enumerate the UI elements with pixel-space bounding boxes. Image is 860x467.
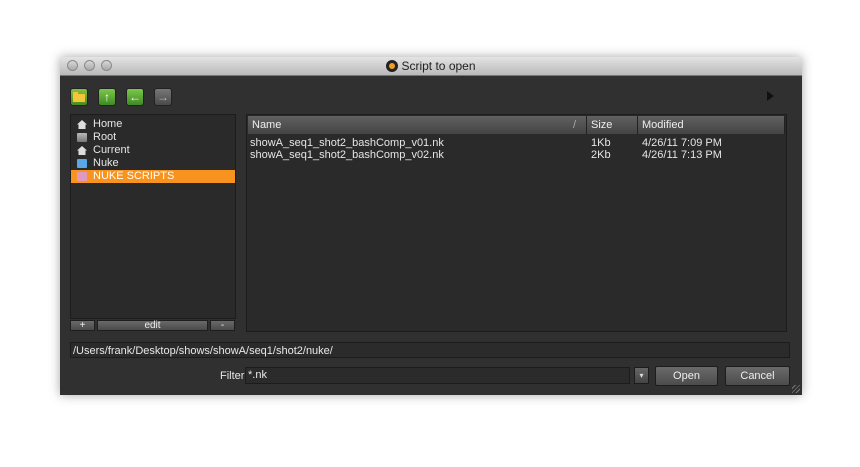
edit-favorites-button[interactable]: edit <box>97 320 208 331</box>
favorite-item-nuke-scripts[interactable]: NUKE SCRIPTS <box>71 170 235 183</box>
sort-indicator: / <box>572 119 576 131</box>
favorite-label: Current <box>93 144 130 156</box>
favorite-item-current[interactable]: Current <box>71 144 235 157</box>
favorite-label: Home <box>93 118 123 130</box>
path-input[interactable]: /Users/frank/Desktop/shows/showA/seq1/sh… <box>70 342 790 358</box>
favorites-panel: Home Root Current Nuke NUKE SCRIPTS <box>70 114 236 319</box>
play-icon[interactable] <box>767 91 774 101</box>
new-folder-icon[interactable] <box>70 88 88 106</box>
favorite-item-home[interactable]: Home <box>71 118 235 131</box>
home-icon <box>77 120 87 129</box>
nuke-logo-icon <box>386 60 399 72</box>
column-header-size[interactable]: Size <box>587 116 638 134</box>
add-favorite-button[interactable]: + <box>70 320 95 331</box>
open-button[interactable]: Open <box>655 366 718 386</box>
file-row[interactable]: showA_seq1_shot2_bashComp_v02.nk 2Kb 4/2… <box>250 149 782 161</box>
column-header-name-label: Name <box>252 119 282 131</box>
forward-arrow-icon[interactable]: → <box>154 88 172 106</box>
file-dialog-window: Script to open ↑ ← → Home Root Current N… <box>60 57 802 395</box>
up-arrow-icon[interactable]: ↑ <box>98 88 116 106</box>
favorite-label: Nuke <box>93 157 119 169</box>
filter-label: Filter: <box>220 370 248 382</box>
cancel-button[interactable]: Cancel <box>725 366 790 386</box>
favorite-label: Root <box>93 131 117 143</box>
file-list: Name / Size Modified showA_seq1_shot2_ba… <box>246 114 787 332</box>
favorite-item-nuke[interactable]: Nuke <box>71 157 235 170</box>
favorite-label: NUKE SCRIPTS <box>93 170 175 182</box>
resize-grip-icon[interactable] <box>792 385 800 393</box>
file-modified: 4/26/11 7:13 PM <box>642 149 722 161</box>
window-title: Script to open <box>60 59 802 73</box>
back-arrow-icon[interactable]: ← <box>126 88 144 106</box>
file-modified: 4/26/11 7:09 PM <box>642 137 722 149</box>
remove-favorite-button[interactable]: - <box>210 320 235 331</box>
home-icon <box>77 146 87 155</box>
column-header-modified[interactable]: Modified <box>638 116 785 134</box>
disk-icon <box>77 133 87 142</box>
folder-icon <box>77 172 87 181</box>
title-bar[interactable]: Script to open <box>60 57 802 76</box>
folder-icon <box>77 159 87 168</box>
filter-input[interactable]: *.nk <box>245 367 630 384</box>
file-row[interactable]: showA_seq1_shot2_bashComp_v01.nk 1Kb 4/2… <box>250 137 782 149</box>
favorite-item-root[interactable]: Root <box>71 131 235 144</box>
file-name: showA_seq1_shot2_bashComp_v01.nk <box>250 137 444 149</box>
filter-dropdown-button[interactable]: ▾ <box>634 367 649 384</box>
column-header-name[interactable]: Name / <box>248 116 587 134</box>
file-size: 1Kb <box>591 137 611 149</box>
window-title-text: Script to open <box>401 59 476 73</box>
file-name: showA_seq1_shot2_bashComp_v02.nk <box>250 149 444 161</box>
file-size: 2Kb <box>591 149 611 161</box>
